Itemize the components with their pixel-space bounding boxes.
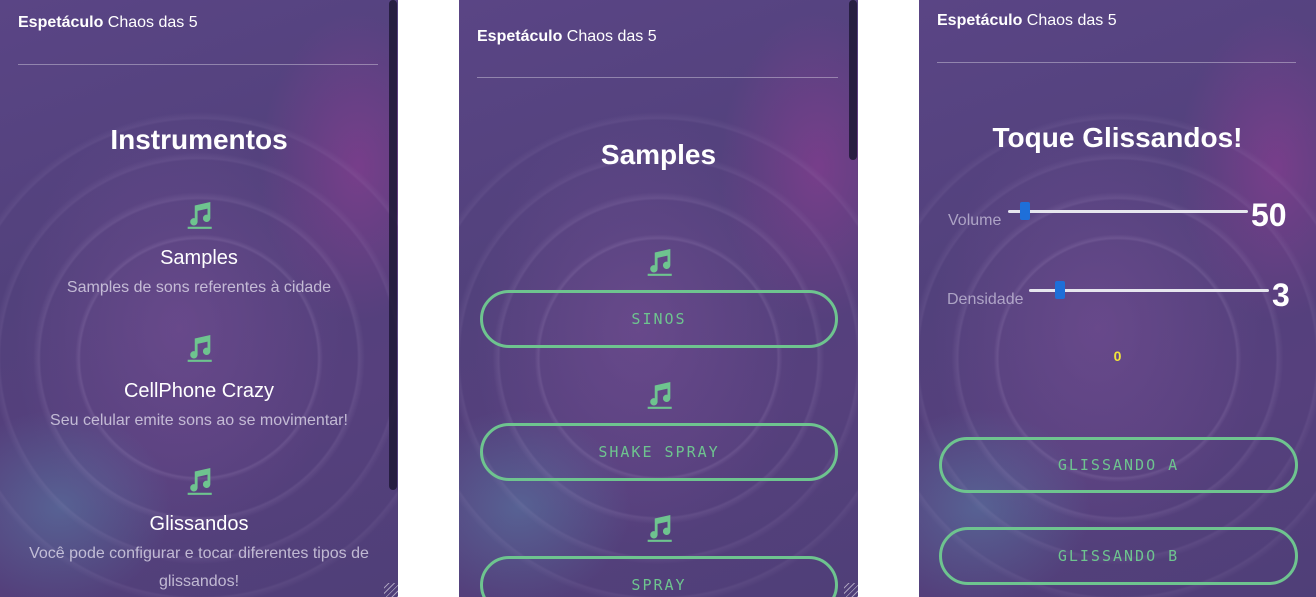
density-slider[interactable] bbox=[1029, 281, 1269, 299]
item-title-samples[interactable]: Samples bbox=[0, 247, 398, 270]
brand-bold: Espetáculo bbox=[18, 14, 104, 31]
brand-link[interactable]: Espetáculo Chaos das 5 bbox=[18, 14, 378, 32]
page-title: Toque Glissandos! bbox=[992, 122, 1243, 153]
density-label: Densidade bbox=[947, 291, 1024, 308]
page-title: Instrumentos bbox=[110, 124, 288, 155]
resize-handle[interactable] bbox=[844, 583, 858, 597]
glissando-a-button[interactable]: GLISSANDO A bbox=[939, 437, 1298, 493]
music-note-icon bbox=[187, 334, 212, 362]
navbar-divider bbox=[477, 77, 838, 78]
instrumentos-screen: Espetáculo Chaos das 5 Instrumentos Samp… bbox=[0, 0, 398, 597]
item-title-glissandos[interactable]: Glissandos bbox=[0, 513, 398, 536]
brand-link[interactable]: Espetáculo Chaos das 5 bbox=[477, 28, 838, 46]
item-title-cellphone-crazy[interactable]: CellPhone Crazy bbox=[0, 380, 398, 403]
item-desc-samples: Samples de sons referentes à cidade bbox=[66, 279, 332, 296]
item-desc-cellphone-crazy: Seu celular emite sons ao se movimentar! bbox=[50, 412, 348, 429]
page-title: Samples bbox=[600, 139, 717, 170]
glissando-b-button[interactable]: GLISSANDO B bbox=[939, 527, 1298, 585]
volume-slider-thumb[interactable] bbox=[1020, 202, 1030, 220]
brand-rest: Chaos das 5 bbox=[103, 14, 198, 31]
music-note-icon bbox=[647, 514, 672, 542]
brand-rest: Chaos das 5 bbox=[562, 28, 657, 45]
volume-value: 50 bbox=[1251, 197, 1287, 233]
brand-bold: Espetáculo bbox=[937, 12, 1023, 29]
navbar: Espetáculo Chaos das 5 bbox=[937, 12, 1296, 63]
glissando-counter: 0 bbox=[1113, 348, 1122, 364]
density-value: 3 bbox=[1272, 277, 1290, 313]
item-desc-glissandos: Você pode configurar e tocar diferentes … bbox=[29, 545, 369, 590]
navbar: Espetáculo Chaos das 5 bbox=[18, 14, 378, 65]
scrollbar[interactable] bbox=[389, 0, 397, 490]
brand-rest: Chaos das 5 bbox=[1022, 12, 1117, 29]
shake-spray-button[interactable]: SHAKE SPRAY bbox=[480, 423, 838, 481]
navbar: Espetáculo Chaos das 5 bbox=[477, 28, 838, 78]
navbar-divider bbox=[18, 64, 378, 65]
scrollbar[interactable] bbox=[849, 0, 857, 160]
volume-label: Volume bbox=[948, 212, 1002, 229]
brand-bold: Espetáculo bbox=[477, 28, 563, 45]
spray-button[interactable]: SPRAY bbox=[480, 556, 838, 597]
navbar-divider bbox=[937, 62, 1296, 63]
music-note-icon bbox=[647, 381, 672, 409]
sinos-button[interactable]: SINOS bbox=[480, 290, 838, 348]
volume-slider[interactable] bbox=[1008, 202, 1248, 220]
music-note-icon bbox=[647, 248, 672, 276]
samples-screen: Espetáculo Chaos das 5 Samples SINOS SHA… bbox=[459, 0, 858, 597]
music-note-icon bbox=[187, 467, 212, 495]
density-slider-thumb[interactable] bbox=[1055, 281, 1065, 299]
music-note-icon bbox=[187, 201, 212, 229]
brand-link[interactable]: Espetáculo Chaos das 5 bbox=[937, 12, 1296, 30]
resize-handle[interactable] bbox=[384, 583, 398, 597]
glissandos-screen: Espetáculo Chaos das 5 Toque Glissandos!… bbox=[919, 0, 1316, 597]
